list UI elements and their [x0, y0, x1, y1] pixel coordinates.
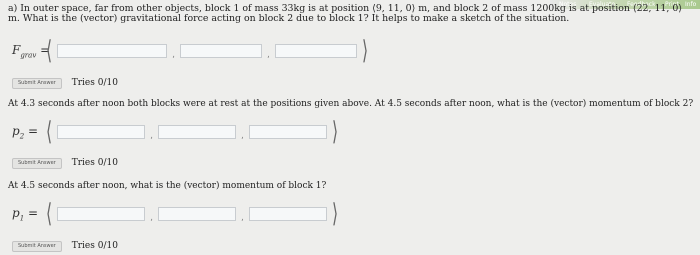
fgrav-answer-row: Fgrav = ⟨ , , ⟩ — [12, 38, 370, 64]
p1-y-input[interactable] — [158, 207, 237, 221]
p1-submit-row: Submit Answer Tries 0/10 — [12, 240, 118, 252]
fgrav-y-input[interactable] — [180, 44, 263, 58]
comma-separator: , — [241, 131, 244, 141]
close-angle-bracket: ⟩ — [331, 199, 339, 229]
p2-submit-row: Submit Answer Tries 0/10 — [12, 157, 118, 169]
p1-z-input[interactable] — [248, 207, 327, 221]
p2-answer-row: p2 = ⟨ , , ⟩ — [12, 119, 340, 145]
close-angle-bracket: ⟩ — [331, 117, 339, 147]
fgrav-x-input[interactable] — [57, 44, 168, 58]
p1-x-input[interactable] — [57, 207, 146, 221]
p1-question: At 4.5 seconds after noon, what is the (… — [8, 181, 327, 191]
p2-z-input[interactable] — [248, 125, 327, 139]
p1-submit-button[interactable]: Submit Answer — [12, 240, 62, 252]
p2-label: p2 = — [12, 123, 39, 141]
p2-y-input[interactable] — [158, 125, 237, 139]
fgrav-z-input[interactable] — [274, 44, 357, 58]
fgrav-submit-row: Submit Answer Tries 0/10 — [12, 77, 118, 89]
fgrav-submit-button[interactable]: Submit Answer — [12, 77, 62, 89]
comma-separator: , — [172, 50, 176, 60]
p1-answer-row: p1 = ⟨ , , ⟩ — [12, 201, 340, 227]
fgrav-label: Fgrav = — [12, 42, 51, 60]
fgrav-tries-count: Tries 0/10 — [71, 78, 118, 88]
p2-x-input[interactable] — [57, 125, 146, 139]
close-angle-bracket: ⟩ — [361, 36, 369, 66]
p2-question: At 4.3 seconds after noon both blocks we… — [8, 99, 694, 109]
comma-separator: , — [267, 50, 270, 60]
p1-tries-count: Tries 0/10 — [71, 241, 118, 251]
open-angle-bracket: ⟨ — [46, 199, 53, 229]
problem-statement: a) In outer space, far from other object… — [8, 3, 682, 24]
comma-separator: , — [241, 213, 244, 223]
open-angle-bracket: ⟨ — [46, 117, 53, 147]
p2-submit-button[interactable]: Submit Answer — [12, 157, 62, 169]
p1-label: p1 = — [12, 205, 39, 223]
open-angle-bracket: ⟨ — [46, 36, 53, 66]
p2-tries-count: Tries 0/10 — [71, 158, 118, 168]
comma-separator: , — [150, 131, 154, 141]
comma-separator: , — [150, 213, 154, 223]
